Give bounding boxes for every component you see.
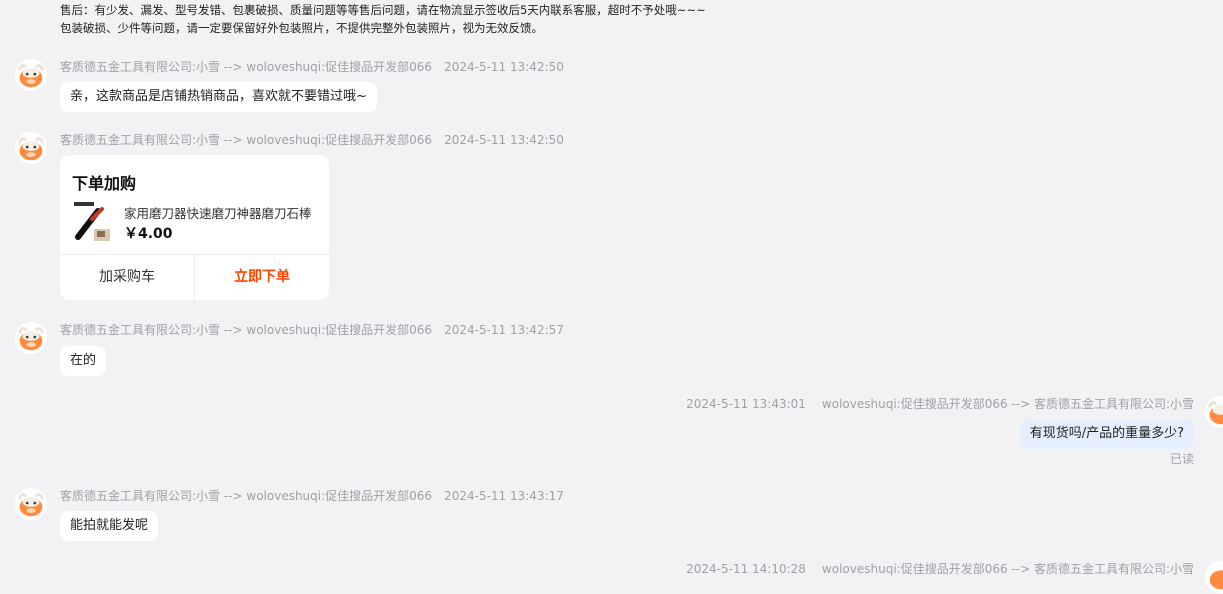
sender-label: woloveshuqi:促佳搜品开发部066 --> 客质德五金工具有限公司:小… bbox=[822, 397, 1194, 411]
sender-label: 客质德五金工具有限公司:小雪 --> woloveshuqi:促佳搜品开发部06… bbox=[60, 323, 432, 337]
message-meta: 2024-5-11 13:43:01 woloveshuqi:促佳搜品开发部066… bbox=[686, 395, 1194, 412]
bull-avatar-icon[interactable] bbox=[14, 487, 48, 521]
message-meta: 客质德五金工具有限公司:小雪 --> woloveshuqi:促佳搜品开发部06… bbox=[60, 487, 564, 504]
message-meta: 客质德五金工具有限公司:小雪 --> woloveshuqi:促佳搜品开发部06… bbox=[60, 58, 564, 75]
message-bubble[interactable]: 能拍就能发呢 bbox=[60, 511, 158, 541]
timestamp: 2024-5-11 13:42:50 bbox=[444, 60, 564, 74]
message-bubble[interactable]: 亲，这款商品是店铺热销商品，喜欢就不要错过哦~ bbox=[60, 82, 377, 112]
bull-avatar-icon[interactable] bbox=[14, 131, 48, 165]
message-meta: 客质德五金工具有限公司:小雪 --> woloveshuqi:促佳搜品开发部06… bbox=[60, 131, 564, 148]
order-now-button[interactable]: 立即下单 bbox=[195, 255, 329, 300]
product-price: ￥4.00 bbox=[124, 223, 173, 243]
card-title: 下单加购 bbox=[72, 170, 136, 194]
bull-avatar-icon[interactable] bbox=[14, 58, 48, 92]
notice-line-1: 售后：有少发、漏发、型号发错、包裹破损、质量问题等等售后问题，请在物流显示签收后… bbox=[60, 2, 706, 19]
sender-label: 客质德五金工具有限公司:小雪 --> woloveshuqi:促佳搜品开发部06… bbox=[60, 489, 432, 503]
message-meta: 2024-5-11 14:10:28woloveshuqi:促佳搜品开发部066… bbox=[686, 560, 1194, 577]
message-meta: 客质德五金工具有限公司:小雪 --> woloveshuqi:促佳搜品开发部06… bbox=[60, 321, 564, 338]
product-image[interactable] bbox=[72, 201, 112, 243]
sender-label: 客质德五金工具有限公司:小雪 --> woloveshuqi:促佳搜品开发部06… bbox=[60, 60, 432, 74]
bull-avatar-icon[interactable] bbox=[14, 321, 48, 355]
notice-line-2: 包装破损、少件等问题，请一定要保留好外包装照片，不提供完整外包装照片，视为无效反… bbox=[60, 20, 543, 37]
bull-avatar-icon[interactable] bbox=[1204, 395, 1223, 429]
message-bubble[interactable]: 有现货吗/产品的重量多少? bbox=[1020, 419, 1194, 449]
timestamp: 2024-5-11 13:42:57 bbox=[444, 323, 564, 337]
order-card: 下单加购 家用磨刀器快速磨刀神器磨刀石棒 ￥4.00 加采购车 立即下单 bbox=[60, 155, 329, 300]
product-name[interactable]: 家用磨刀器快速磨刀神器磨刀石棒 bbox=[124, 203, 312, 222]
add-to-cart-button[interactable]: 加采购车 bbox=[60, 255, 195, 300]
bull-avatar-icon[interactable] bbox=[1204, 560, 1223, 594]
timestamp: 2024-5-11 13:43:01 bbox=[686, 397, 806, 411]
sender-label: 客质德五金工具有限公司:小雪 --> woloveshuqi:促佳搜品开发部06… bbox=[60, 133, 432, 147]
timestamp: 2024-5-11 13:42:50 bbox=[444, 133, 564, 147]
message-bubble[interactable]: 在的 bbox=[60, 346, 106, 376]
timestamp: 2024-5-11 13:43:17 bbox=[444, 489, 564, 503]
read-status: 已读 bbox=[1170, 450, 1194, 467]
